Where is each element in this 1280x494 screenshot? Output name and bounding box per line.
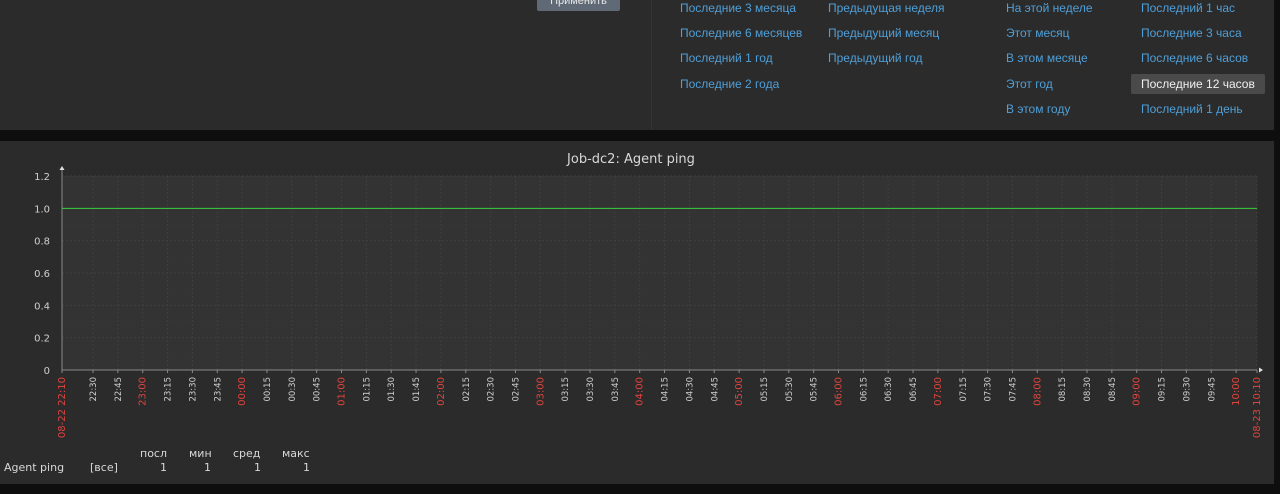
quick-range-link[interactable]: Последние 6 часов: [1141, 51, 1248, 65]
x-tick-label: 03:00: [535, 377, 546, 406]
x-tick-label: 23:45: [213, 377, 223, 402]
x-tick-label: 05:30: [785, 377, 795, 402]
x-tick-label: 23:30: [188, 377, 198, 402]
quick-range-link[interactable]: Последние 2 года: [680, 77, 779, 91]
scroll-gutter-2: [1274, 141, 1280, 484]
quick-range-link[interactable]: В этом году: [1006, 102, 1070, 116]
graph-chart: Job-dc2: Agent ping 0 0.2 0.4 0.6 0.8 1.0 1.2 08…: [34, 152, 1263, 438]
quick-range-link[interactable]: Этот год: [1006, 77, 1053, 91]
x-tick-label: 04:15: [661, 377, 671, 402]
x-tick-label: 09:00: [1132, 377, 1143, 406]
legend-item-func: [все]: [90, 461, 118, 474]
x-tick-label: 02:15: [462, 377, 472, 402]
x-tick-label: 02:30: [487, 377, 497, 402]
x-tick-label: 07:30: [984, 377, 994, 402]
legend-item-last: 1: [160, 461, 167, 474]
y-tick-label: 0.4: [34, 301, 50, 312]
x-tick-label: 22:45: [114, 377, 124, 402]
x-tick-label: 04:45: [710, 377, 720, 402]
x-tick-label: 09:15: [1158, 377, 1168, 402]
filter-panel: Применить Последние 3 месяца Последние 6 …: [0, 0, 1274, 130]
x-tick-label: 02:45: [511, 377, 521, 402]
x-tick-label: 08:00: [1032, 377, 1043, 406]
x-tick-label: 06:30: [884, 377, 894, 402]
quick-range-link[interactable]: Последний 1 час: [1141, 1, 1235, 15]
quick-range-link[interactable]: Последние 6 месяцев: [680, 26, 802, 40]
x-tick-label: 08:15: [1058, 377, 1068, 402]
x-tick-label: 08-22 22:10: [57, 377, 68, 438]
legend-header-min: мин: [189, 447, 212, 460]
x-tick-label: 00:00: [237, 377, 248, 406]
quick-range-link[interactable]: Последние 3 часа: [1141, 26, 1242, 40]
scroll-gutter: [1274, 0, 1280, 130]
x-tick-label: 02:00: [436, 377, 447, 406]
x-tick-label: 23:00: [138, 377, 149, 406]
y-axis-arrow: [59, 166, 65, 170]
x-tick-label: 03:15: [561, 377, 571, 402]
x-tick-label: 01:15: [362, 377, 372, 402]
x-tick-label: 08:30: [1083, 377, 1093, 402]
x-tick-label: 06:00: [834, 377, 845, 406]
x-tick-label: 03:30: [586, 377, 596, 402]
x-tick-label: 05:15: [760, 377, 770, 402]
graph-panel: Job-dc2: Agent ping 0 0.2 0.4 0.6 0.8 1.0 1.2 08…: [0, 141, 1274, 484]
x-tick-label: 07:45: [1008, 377, 1018, 402]
x-tick-label: 07:00: [933, 377, 944, 406]
x-tick-label: 05:45: [810, 377, 820, 402]
x-tick-label: 05:00: [734, 377, 745, 406]
x-tick-label: 00:45: [313, 377, 323, 402]
legend-item-name: Agent ping: [4, 461, 65, 474]
chart-title: Job-dc2: Agent ping: [566, 152, 695, 167]
x-tick-label: 22:30: [89, 377, 99, 402]
legend-header-avg: сред: [233, 447, 261, 460]
x-tick-label: 09:30: [1182, 377, 1192, 402]
apply-button[interactable]: Применить: [537, 0, 620, 11]
quick-range-link[interactable]: Предыдущий год: [828, 51, 922, 65]
y-tick-label: 1.2: [34, 172, 50, 183]
quick-range-link[interactable]: Последние 3 месяца: [680, 1, 796, 15]
y-tick-label: 0: [44, 366, 50, 377]
x-tick-label: 01:00: [337, 377, 348, 406]
x-tick-label: 01:45: [412, 377, 422, 402]
y-tick-label: 0.6: [34, 269, 50, 280]
x-tick-label: 04:30: [685, 377, 695, 402]
legend-item-max: 1: [303, 461, 310, 474]
legend-header-max: макс: [282, 447, 310, 460]
x-tick-label: 03:45: [611, 377, 621, 402]
quick-range-link[interactable]: Предыдущий месяц: [828, 26, 939, 40]
x-tick-label: 04:00: [635, 377, 646, 406]
x-tick-label: 00:15: [263, 377, 273, 402]
legend-item-avg: 1: [254, 461, 261, 474]
quick-range-link[interactable]: В этом месяце: [1006, 51, 1088, 65]
quick-range-link[interactable]: Последний 1 год: [680, 51, 773, 65]
x-tick-label: 10:00: [1231, 377, 1242, 406]
legend-header-last: посл: [140, 447, 168, 460]
quick-range-link[interactable]: Последние 12 часов: [1131, 74, 1265, 94]
x-tick-label: 08:45: [1108, 377, 1118, 402]
quick-range-link[interactable]: Этот месяц: [1006, 26, 1070, 40]
x-tick-label: 23:15: [164, 377, 174, 402]
y-tick-label: 0.2: [34, 334, 50, 345]
legend-item-min: 1: [204, 461, 211, 474]
y-tick-label: 0.8: [34, 237, 50, 248]
y-tick-label: 1.0: [34, 204, 50, 215]
filter-divider: [651, 0, 652, 130]
x-tick-label: 06:45: [909, 377, 919, 402]
quick-range-link[interactable]: На этой неделе: [1006, 1, 1093, 15]
x-axis-arrow: [1259, 367, 1263, 373]
x-tick-label: 01:30: [387, 377, 397, 402]
x-tick-label: 09:45: [1207, 377, 1217, 402]
quick-range-link[interactable]: Предыдущая неделя: [828, 1, 945, 15]
x-tick-label: 00:30: [288, 377, 298, 402]
x-tick-label: 06:15: [859, 377, 869, 402]
quick-range-link[interactable]: Последний 1 день: [1141, 102, 1243, 116]
x-tick-label: 07:15: [959, 377, 969, 402]
x-tick-label: 08-23 10:10: [1252, 377, 1263, 438]
